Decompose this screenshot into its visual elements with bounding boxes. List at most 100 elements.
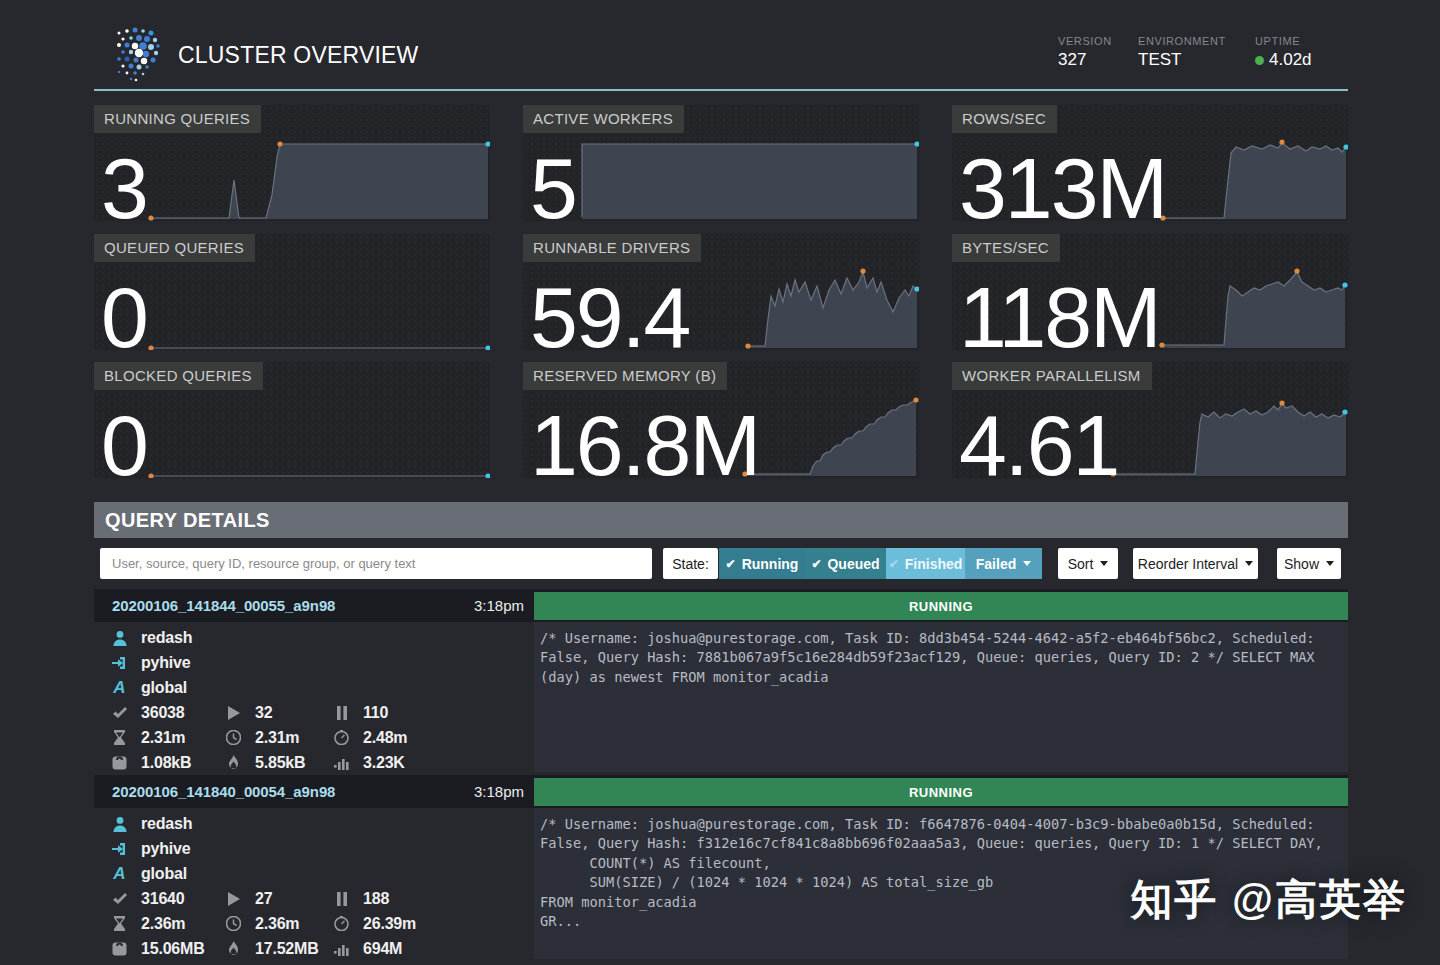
header-stat-environment: ENVIRONMENT TEST <box>1138 35 1226 70</box>
chevron-down-icon <box>1245 561 1253 566</box>
query-row: 20200106_141840_00054_a9n98 3:18pm RUNNI… <box>94 775 1348 959</box>
user-icon <box>110 816 129 832</box>
uptime-status-dot <box>1255 56 1264 65</box>
queued-splits-icon <box>332 892 351 906</box>
query-resource-group: global <box>141 865 187 883</box>
metric-label: QUEUED QUERIES <box>94 234 255 262</box>
version-label: VERSION <box>1058 35 1112 47</box>
metric-card-worker-parallelism: WORKER PARALLELISM 4.61 <box>952 362 1348 478</box>
running-splits-icon <box>224 892 243 906</box>
environment-value: TEST <box>1138 50 1226 70</box>
app-logo <box>113 26 165 82</box>
query-status-badge: RUNNING <box>534 592 1348 620</box>
completed-splits-icon <box>110 706 129 720</box>
metric-value: 0 <box>101 413 147 477</box>
wall-time-icon <box>224 730 243 745</box>
reorder-interval-dropdown[interactable]: Reorder Interval <box>1133 548 1258 579</box>
metric-label: WORKER PARALLELISM <box>952 362 1152 390</box>
environment-label: ENVIRONMENT <box>1138 35 1226 47</box>
metric-card-bytes-sec: BYTES/SEC 118M <box>952 234 1348 350</box>
query-row: 20200106_141844_00055_a9n98 3:18pm RUNNI… <box>94 589 1348 772</box>
query-user: redash <box>141 815 192 833</box>
metric-card-active-workers: ACTIVE WORKERS 5 <box>523 105 919 221</box>
rows-icon <box>332 942 351 956</box>
metric-label: ROWS/SEC <box>952 105 1057 133</box>
metric-label: BYTES/SEC <box>952 234 1060 262</box>
metric-card-reserved-memory: RESERVED MEMORY (B) 16.8M <box>523 362 919 478</box>
wall-time-icon <box>224 916 243 931</box>
state-filter-running[interactable]: ✔Running <box>719 548 805 579</box>
queued-splits-icon <box>332 706 351 720</box>
metric-card-blocked-queries: BLOCKED QUERIES 0 <box>94 362 490 478</box>
resource-group-icon: A <box>110 864 129 884</box>
source-icon <box>110 655 129 671</box>
check-icon: ✔ <box>889 557 899 571</box>
running-splits-icon <box>224 706 243 720</box>
completed-splits-icon <box>110 892 129 906</box>
queued-time-icon <box>110 916 129 931</box>
state-filter-failed[interactable]: Failed <box>965 548 1042 579</box>
state-label: State: <box>663 548 718 579</box>
metric-label: RESERVED MEMORY (B) <box>523 362 727 390</box>
user-icon <box>110 630 129 646</box>
query-user: redash <box>141 629 192 647</box>
metric-value: 16.8M <box>530 413 759 477</box>
source-icon <box>110 841 129 857</box>
metric-label: ACTIVE WORKERS <box>523 105 684 133</box>
watermark: 知乎 @高英举 <box>1130 872 1407 928</box>
network-icon <box>224 755 243 770</box>
resource-group-icon: A <box>110 678 129 698</box>
query-details-title: QUERY DETAILS <box>105 509 270 532</box>
cpu-time-icon <box>332 916 351 931</box>
search-input[interactable] <box>100 548 652 579</box>
query-resource-group: global <box>141 679 187 697</box>
metric-label: RUNNABLE DRIVERS <box>523 234 701 262</box>
version-value: 327 <box>1058 50 1112 70</box>
header-stat-version: VERSION 327 <box>1058 35 1112 70</box>
memory-icon <box>110 942 129 956</box>
queued-time-icon <box>110 730 129 745</box>
uptime-label: UPTIME <box>1255 35 1312 47</box>
query-status-badge: RUNNING <box>534 778 1348 806</box>
metric-value: 313M <box>959 156 1166 220</box>
metric-label: RUNNING QUERIES <box>94 105 261 133</box>
metric-card-rows-sec: ROWS/SEC 313M <box>952 105 1348 221</box>
header-divider <box>94 89 1348 91</box>
query-meta-panel: redash pyhive Aglobal 36038 32 110 2.31m… <box>94 622 534 772</box>
metric-value: 3 <box>101 156 147 220</box>
network-icon <box>224 941 243 956</box>
metric-value: 59.4 <box>530 285 689 349</box>
metric-card-running-queries: RUNNING QUERIES 3 <box>94 105 490 221</box>
query-details-header: QUERY DETAILS <box>94 502 1348 538</box>
chevron-down-icon <box>1326 561 1334 566</box>
rows-icon <box>332 756 351 770</box>
state-filter-queued[interactable]: ✔Queued <box>805 548 886 579</box>
query-id[interactable]: 20200106_141840_00054_a9n98 <box>112 783 335 800</box>
check-icon: ✔ <box>726 557 736 571</box>
metric-value: 118M <box>959 285 1160 349</box>
check-icon: ✔ <box>811 557 821 571</box>
query-time: 3:18pm <box>474 597 524 614</box>
header-stat-uptime: UPTIME 4.02d <box>1255 35 1312 70</box>
query-source: pyhive <box>141 654 191 672</box>
show-dropdown[interactable]: Show <box>1277 548 1341 579</box>
query-text[interactable]: /* Username: joshua@purestorage.com, Tas… <box>534 622 1348 772</box>
metric-value: 0 <box>101 285 147 349</box>
query-time: 3:18pm <box>474 783 524 800</box>
metric-value: 4.61 <box>959 413 1118 477</box>
query-id[interactable]: 20200106_141844_00055_a9n98 <box>112 597 335 614</box>
page-title: CLUSTER OVERVIEW <box>178 42 419 69</box>
chevron-down-icon <box>1023 561 1031 566</box>
sort-dropdown[interactable]: Sort <box>1058 548 1118 579</box>
metric-card-runnable-drivers: RUNNABLE DRIVERS 59.4 <box>523 234 919 350</box>
metric-card-queued-queries: QUEUED QUERIES 0 <box>94 234 490 350</box>
memory-icon <box>110 756 129 770</box>
metric-value: 5 <box>530 156 576 220</box>
metric-cards-grid: RUNNING QUERIES 3 ACTIVE WORKERS 5 ROWS/… <box>94 105 1348 478</box>
uptime-value: 4.02d <box>1269 50 1312 70</box>
chevron-down-icon <box>1100 561 1108 566</box>
query-meta-panel: redash pyhive Aglobal 31640 27 188 2.36m… <box>94 808 534 959</box>
cpu-time-icon <box>332 730 351 745</box>
state-filter-finished[interactable]: ✔Finished <box>886 548 965 579</box>
metric-label: BLOCKED QUERIES <box>94 362 263 390</box>
